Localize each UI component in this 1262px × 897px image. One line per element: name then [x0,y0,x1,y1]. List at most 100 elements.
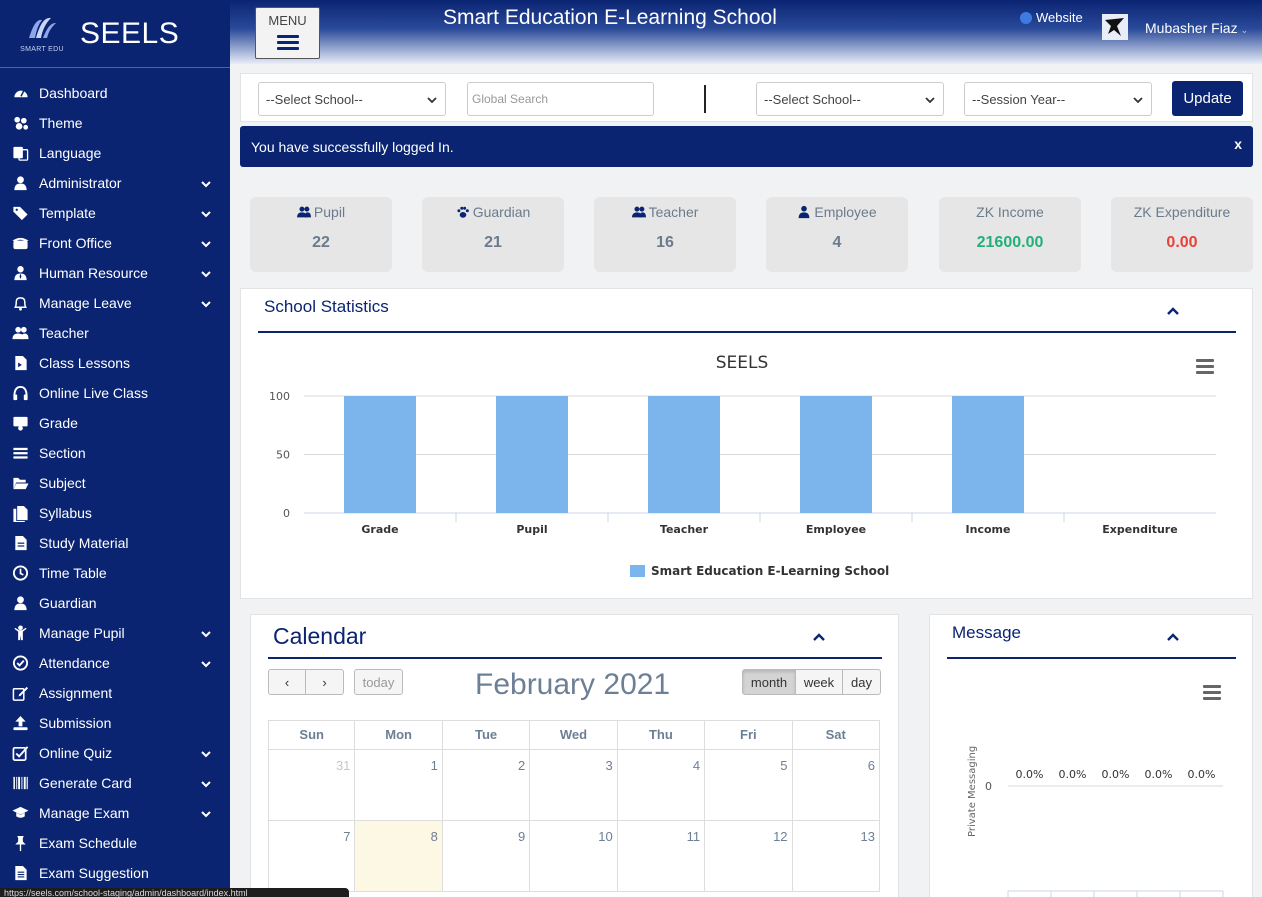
sidebar-item-attendance[interactable]: Attendance [0,648,230,678]
sidebar-item-online-quiz[interactable]: Online Quiz [0,738,230,768]
calendar-view-month-button[interactable]: month [742,669,796,695]
brand[interactable]: SMART EDU SEELS [0,0,230,68]
stat-card-guardian[interactable]: Guardian 21 [422,197,564,272]
stat-card-teacher[interactable]: Teacher 16 [594,197,736,272]
chevron-up-icon[interactable] [812,632,826,642]
chart-menu-icon[interactable] [1196,359,1214,377]
calendar-view-week-button[interactable]: week [795,669,843,695]
sidebar-item-dashboard[interactable]: Dashboard [0,78,230,108]
sidebar-item-label: Time Table [39,565,107,581]
sidebar-item-label: Manage Pupil [39,625,125,641]
chevron-up-icon[interactable] [1166,306,1180,316]
calendar-today-button[interactable]: today [354,669,403,695]
sidebar-item-syllabus[interactable]: Syllabus [0,498,230,528]
sidebar-item-language[interactable]: Language [0,138,230,168]
sidebar-item-time-table[interactable]: Time Table [0,558,230,588]
user-menu[interactable]: Mubasher Fiaz ⌄ [1145,20,1248,36]
thumbtack-icon [10,834,30,852]
phone-icon [10,234,30,252]
calendar-day[interactable]: 9 [442,821,531,892]
sidebar-item-human-resource[interactable]: Human Resource [0,258,230,288]
calendar-day[interactable]: 7 [268,821,356,892]
avatar[interactable] [1102,14,1128,40]
sidebar-item-manage-leave[interactable]: Manage Leave [0,288,230,318]
sidebar-item-label: Manage Leave [39,295,132,311]
chevron-up-icon[interactable] [1166,632,1180,642]
calendar-day-today[interactable]: 8 [355,821,443,892]
chevron-down-icon [200,207,212,219]
sidebar-item-theme[interactable]: Theme [0,108,230,138]
sidebar-item-submission[interactable]: Submission [0,708,230,738]
calendar-weekday-row: Sun Mon Tue Wed Thu Fri Sat [268,720,880,750]
stat-label: Employee [814,204,877,220]
calendar-day[interactable]: 1 [355,750,443,821]
session-year-value: --Session Year-- [972,91,1066,107]
alert-close-button[interactable]: x [1234,136,1242,152]
global-search-input[interactable]: Global Search [467,82,654,116]
calendar-day[interactable]: 13 [792,821,880,892]
sidebar-item-assignment[interactable]: Assignment [0,678,230,708]
sidebar-menu: Dashboard Theme Language Administrator Templ… [0,78,230,888]
school-select[interactable]: --Select School-- [258,82,446,116]
bar [952,396,1024,513]
sidebar-item-exam-schedule[interactable]: Exam Schedule [0,828,230,858]
calendar-next-button[interactable]: › [305,669,344,695]
website-link[interactable]: Website [1020,10,1083,25]
users-icon [10,324,30,342]
stat-label: Guardian [472,204,531,220]
sidebar-item-label: Subject [39,475,86,491]
alert-message: You have successfully logged In. [251,138,454,155]
sidebar-item-class-lessons[interactable]: Class Lessons [0,348,230,378]
calendar-day[interactable]: 3 [530,750,618,821]
menu-toggle-button[interactable]: MENU [255,7,320,59]
stat-card-zk-expenditure[interactable]: ZK Expenditure 0.00 [1111,197,1253,272]
calendar-day[interactable]: 4 [617,750,706,821]
logo-icon [29,17,56,38]
headphones-icon [10,384,30,402]
files-icon [10,504,30,522]
sidebar-item-guardian[interactable]: Guardian [0,588,230,618]
calendar-day[interactable]: 6 [792,750,880,821]
sidebar-item-generate-card[interactable]: Generate Card [0,768,230,798]
stat-card-employee[interactable]: Employee 4 [766,197,908,272]
x-tick-label: Employee [806,523,866,536]
stat-value: 21 [484,234,502,251]
sidebar-item-teacher[interactable]: Teacher [0,318,230,348]
calendar-prev-button[interactable]: ‹ [268,669,306,695]
sidebar-item-administrator[interactable]: Administrator [0,168,230,198]
stat-card-pupil[interactable]: Pupil 22 [250,197,392,272]
calendar-day[interactable]: 10 [530,821,618,892]
sidebar-item-label: Human Resource [39,265,148,281]
calendar-week-row: 31 1 2 3 4 5 6 [268,750,880,821]
sidebar-item-grade[interactable]: Grade [0,408,230,438]
sidebar-item-label: Manage Exam [39,805,130,821]
sidebar-item-template[interactable]: Template [0,198,230,228]
sidebar-item-label: Dashboard [39,85,108,101]
sidebar-item-subject[interactable]: Subject [0,468,230,498]
sidebar-item-front-office[interactable]: Front Office [0,228,230,258]
stat-card-zk-income[interactable]: ZK Income 21600.00 [939,197,1081,272]
globe-icon [1020,11,1032,24]
calendar-day[interactable]: 5 [705,750,793,821]
sidebar-item-exam-suggestion[interactable]: Exam Suggestion [0,858,230,888]
calendar-day[interactable]: 11 [617,821,706,892]
bar [800,396,872,513]
school-statistics-chart: SEELS 0 50 100 Grade Pupil Teacher Employee Inco… [269,353,1216,578]
sidebar-item-manage-pupil[interactable]: Manage Pupil [0,618,230,648]
panel-divider [258,331,1236,333]
sidebar-item-manage-exam[interactable]: Manage Exam [0,798,230,828]
sidebar-item-section[interactable]: Section [0,438,230,468]
school-select-2[interactable]: --Select School-- [756,82,944,116]
update-button[interactable]: Update [1172,81,1243,116]
calendar-day[interactable]: 31 [268,750,356,821]
y-tick-label: 0 [985,780,992,793]
calendar-view-day-button[interactable]: day [842,669,881,695]
sidebar-item-label: Study Material [39,535,129,551]
chart-menu-icon[interactable] [1203,685,1221,703]
sidebar-item-online-live-class[interactable]: Online Live Class [0,378,230,408]
calendar-day[interactable]: 12 [705,821,793,892]
session-year-select[interactable]: --Session Year-- [964,82,1152,116]
sidebar-item-study-material[interactable]: Study Material [0,528,230,558]
chevron-down-icon [200,747,212,759]
calendar-day[interactable]: 2 [442,750,531,821]
